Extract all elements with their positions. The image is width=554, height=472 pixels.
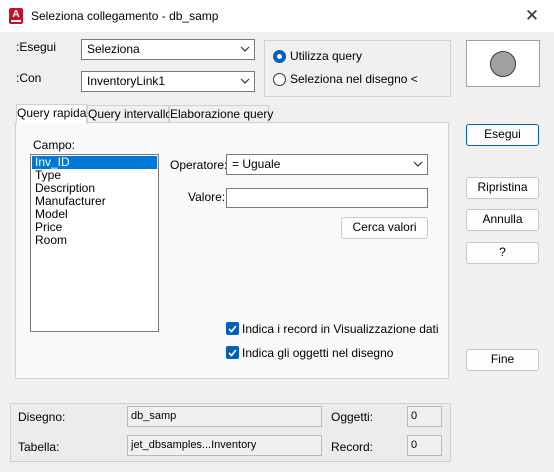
radio-utilizza-query[interactable] — [273, 50, 286, 63]
check-icon — [228, 325, 237, 333]
valore-label: Valore: — [188, 190, 226, 204]
tab-elaborazione-query[interactable]: Elaborazione query — [169, 105, 273, 122]
esegui-button[interactable]: Esegui — [466, 124, 539, 146]
disegno-label: Disegno: — [18, 410, 66, 424]
operatore-label: Operatore: — [170, 158, 228, 172]
window-title: Seleziona collegamento - db_samp — [31, 9, 219, 23]
campo-label: Campo: — [33, 138, 76, 152]
con-combo-value: InventoryLink1 — [87, 74, 166, 88]
valore-input[interactable] — [226, 188, 428, 208]
cerca-valori-button[interactable]: Cerca valori — [341, 217, 428, 239]
record-value: 0 — [407, 435, 442, 456]
object-preview — [466, 40, 540, 87]
close-icon[interactable]: ✕ — [518, 5, 546, 27]
campo-list-item[interactable]: Room — [32, 234, 157, 247]
record-label: Record: — [331, 440, 374, 454]
radio-utilizza-query-label[interactable]: Utilizza query — [290, 49, 362, 63]
autocad-app-icon: A — [9, 8, 23, 24]
radio-seleziona-nel-disegno-label[interactable]: Seleziona nel disegno < — [290, 72, 418, 86]
esegui-combo[interactable]: Seleziona — [81, 39, 255, 60]
circle-preview-icon — [490, 51, 516, 77]
operatore-combo[interactable]: = Uguale — [226, 154, 428, 175]
disegno-value: db_samp — [127, 406, 322, 427]
checkbox-visualizzazione-dati-label[interactable]: Indica i record in Visualizzazione dati — [242, 322, 439, 336]
checkbox-oggetti-disegno-label[interactable]: Indica gli oggetti nel disegno — [242, 346, 393, 360]
campo-listbox[interactable]: Inv_ID Type Description Manufacturer Model Pr… — [30, 154, 159, 332]
chevron-down-icon — [240, 46, 250, 52]
fine-button[interactable]: Fine — [466, 349, 539, 371]
tab-query-rapida[interactable]: Query rapida — [16, 104, 87, 124]
oggetti-value: 0 — [407, 406, 442, 427]
chevron-down-icon — [240, 78, 250, 84]
chevron-down-icon — [413, 161, 423, 167]
check-icon — [228, 349, 237, 357]
esegui-combo-value: Seleziona — [87, 42, 140, 56]
annulla-button[interactable]: Annulla — [466, 209, 539, 231]
tab-query-intervallo[interactable]: Query intervallo — [87, 105, 172, 122]
title-bar: A Seleziona collegamento - db_samp ✕ — [0, 0, 554, 32]
ripristina-button[interactable]: Ripristina — [466, 177, 539, 199]
tabella-label: Tabella: — [18, 440, 60, 454]
checkbox-visualizzazione-dati[interactable] — [226, 322, 239, 335]
esegui-label: :Esegui — [16, 40, 57, 54]
tabella-value: jet_dbsamples...Inventory — [127, 435, 322, 456]
operatore-combo-value: = Uguale — [232, 157, 281, 171]
radio-seleziona-nel-disegno[interactable] — [273, 73, 286, 86]
con-label: :Con — [16, 71, 42, 85]
checkbox-oggetti-disegno[interactable] — [226, 346, 239, 359]
oggetti-label: Oggetti: — [331, 410, 374, 424]
help-button[interactable]: ? — [466, 242, 539, 264]
con-combo[interactable]: InventoryLink1 — [81, 71, 255, 92]
